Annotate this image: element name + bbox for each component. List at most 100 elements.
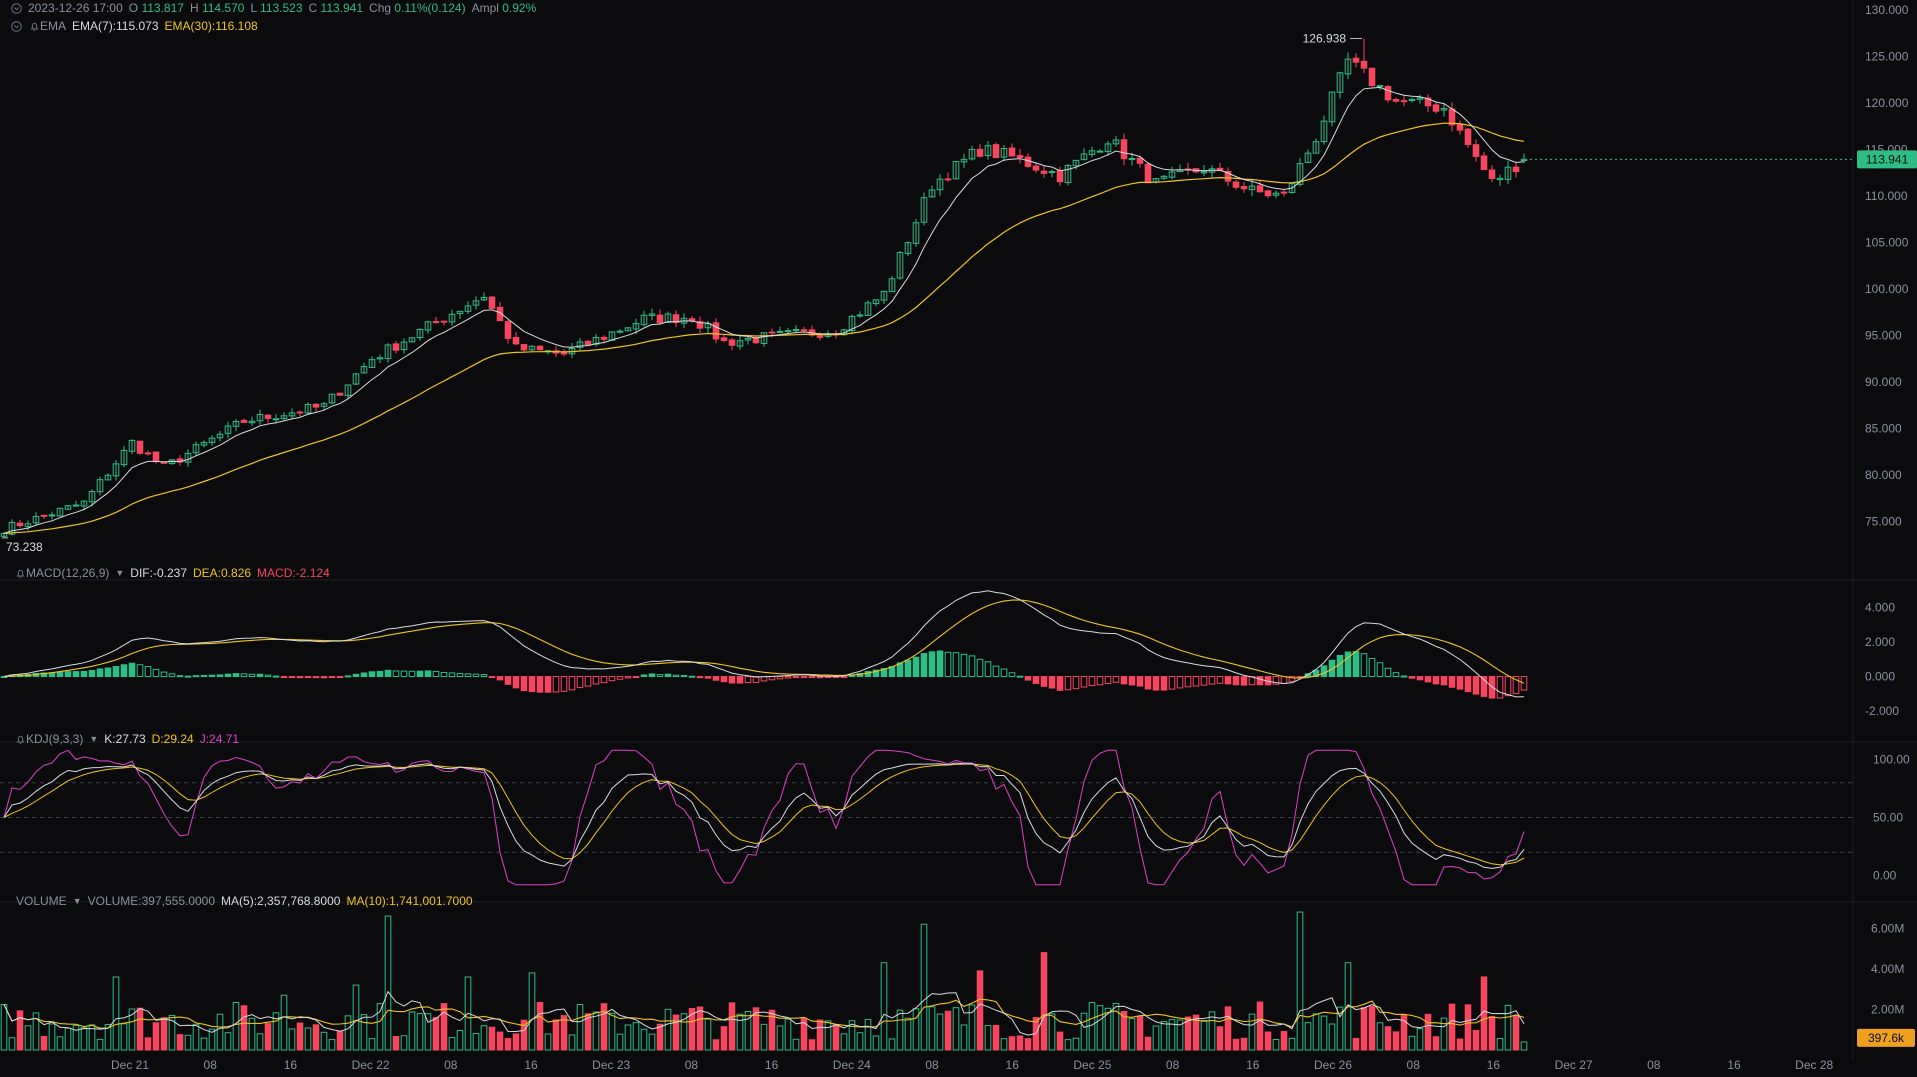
kdj-pane[interactable] <box>0 749 1853 886</box>
caret-down-icon[interactable]: ▼ <box>115 568 124 578</box>
volume-bar <box>504 1038 512 1051</box>
volume-bar <box>552 1019 560 1051</box>
macd-bar <box>136 664 144 678</box>
volume-ma5-line <box>3 990 1525 1036</box>
volume-bar <box>536 1001 544 1051</box>
chevron-down-icon[interactable] <box>10 2 22 14</box>
bell-icon[interactable] <box>28 20 40 32</box>
volume-bar <box>408 1011 416 1051</box>
candle-body <box>1264 190 1272 197</box>
volume-bar <box>760 1023 768 1051</box>
candle-body <box>1128 158 1136 161</box>
candle-body <box>776 330 784 333</box>
volume-value: VOLUME:397,555.0000 <box>87 894 216 908</box>
volume-bar <box>280 994 288 1051</box>
volume-pane[interactable] <box>0 911 1528 1051</box>
volume-bar <box>624 1024 632 1051</box>
candle-body <box>1032 165 1040 171</box>
macd-bar <box>1096 676 1104 686</box>
kdj-axis-tick: 50.00 <box>1873 811 1903 825</box>
macd-bar <box>544 676 552 693</box>
volume-bar <box>712 1039 720 1051</box>
volume-bar <box>984 1024 992 1051</box>
chevron-down-icon[interactable] <box>10 20 22 32</box>
macd-bar <box>80 670 88 678</box>
macd-bar <box>192 675 200 678</box>
macd-bar <box>1168 676 1176 690</box>
macd-bar <box>288 676 296 679</box>
volume-bar <box>224 1032 232 1051</box>
macd-bar <box>1208 676 1216 685</box>
volume-bar <box>808 1039 816 1051</box>
volume-bar <box>920 923 928 1051</box>
candle-body <box>1144 163 1152 184</box>
volume-bar <box>296 1022 304 1051</box>
macd-bar <box>704 676 712 679</box>
macd-bar <box>728 676 736 684</box>
macd-bar <box>1240 676 1248 686</box>
macd-bar <box>816 676 824 679</box>
macd-bar <box>1016 675 1024 678</box>
volume-bar <box>1128 1018 1136 1051</box>
macd-bar <box>408 670 416 678</box>
candle-body <box>488 296 496 309</box>
macd-bar <box>328 676 336 679</box>
volume-bar <box>352 984 360 1051</box>
macd-bar <box>776 676 784 680</box>
macd-bar <box>1008 672 1016 678</box>
volume-bar <box>1376 1022 1384 1051</box>
price-pane[interactable]: 126.938 73.238 <box>0 31 1528 554</box>
volume-bar <box>472 1032 480 1051</box>
volume-bar <box>1264 1031 1272 1051</box>
macd-pane[interactable] <box>0 590 1528 699</box>
macd-bar <box>64 671 72 678</box>
volume-bar <box>1488 1016 1496 1051</box>
price-axis-tick: 75.000 <box>1865 515 1902 529</box>
ohlc-legend: 2023-12-26 17:00 O 113.817 H 114.570 L 1… <box>10 1 536 15</box>
bell-icon[interactable] <box>14 733 26 745</box>
macd-bar <box>496 676 504 681</box>
macd-bar <box>440 672 448 678</box>
caret-down-icon[interactable]: ▼ <box>89 734 98 744</box>
volume-bar <box>384 915 392 1051</box>
candle-body <box>560 352 568 355</box>
low-marker-label: 73.238 <box>6 540 43 554</box>
volume-bar <box>1056 1031 1064 1051</box>
d-value: D:29.24 <box>151 732 194 746</box>
candle-body <box>1464 128 1472 146</box>
time-axis-label: 08 <box>204 1058 218 1072</box>
ampl-label: Ampl <box>471 1 499 15</box>
candle-body <box>1056 170 1064 183</box>
price-axis-tick: 80.000 <box>1865 468 1902 482</box>
macd-bar <box>1432 676 1440 685</box>
bell-icon[interactable] <box>14 567 26 579</box>
macd-bar <box>1216 676 1224 684</box>
macd-bar <box>144 665 152 678</box>
candle-body <box>600 336 608 340</box>
volume-bar <box>1440 1017 1448 1051</box>
candlestick-chart[interactable]: 126.93873.238 130.000125.000120.000115.0… <box>0 0 1917 1077</box>
volume-bar <box>440 1003 448 1051</box>
candle-body <box>1384 86 1392 101</box>
volume-bar <box>456 1029 464 1051</box>
volume-bar <box>56 1036 64 1051</box>
volume-bar <box>24 1025 32 1051</box>
kdj-axis-tick: 0.00 <box>1873 868 1897 882</box>
volume-bar <box>176 1034 184 1051</box>
macd-bar <box>1400 675 1408 678</box>
volume-bar <box>816 1019 824 1051</box>
volume-legend: VOLUME ▼ VOLUME:397,555.0000 MA(5):2,357… <box>16 894 473 908</box>
macd-bar <box>712 676 720 681</box>
macd-bar <box>560 676 568 692</box>
volume-bar <box>416 1013 424 1051</box>
macd-bar <box>152 668 160 678</box>
macd-bar <box>264 674 272 678</box>
macd-bar <box>552 676 560 693</box>
candle-body <box>1256 185 1264 193</box>
macd-bar <box>424 670 432 678</box>
volume-bar <box>1232 1038 1240 1051</box>
candle-body <box>584 340 592 346</box>
macd-bar <box>736 676 744 684</box>
caret-down-icon[interactable]: ▼ <box>73 896 82 906</box>
macd-bar <box>184 675 192 678</box>
